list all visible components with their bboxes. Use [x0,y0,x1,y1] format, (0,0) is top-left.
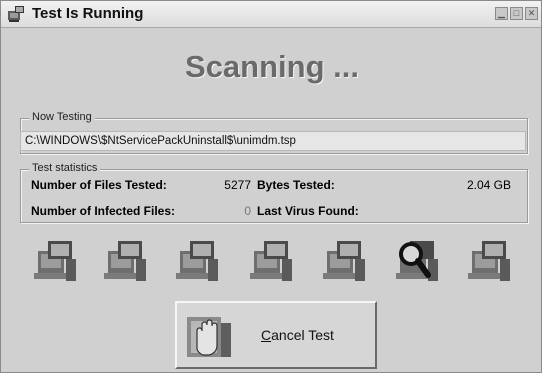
close-button[interactable]: ✕ [525,7,538,20]
cancel-test-label: Cancel Test [261,327,334,343]
test-statistics-group: Test statistics Number of Files Tested: … [20,162,528,223]
infected-files-value: 0 [244,204,251,218]
bytes-tested-value: 2.04 GB [466,178,511,192]
cancel-test-button[interactable]: Cancel Test [175,301,377,369]
bytes-tested-label: Bytes Tested: [257,178,335,192]
cancel-test-label-rest: ancel Test [271,327,334,343]
test-statistics-legend: Test statistics [29,162,101,174]
scanning-heading: Scanning ... [185,49,359,84]
computer-icon [468,241,510,281]
window-title: Test Is Running [32,5,144,22]
files-tested-label: Number of Files Tested: [31,178,167,192]
close-icon: ✕ [527,8,536,18]
computer-icon [104,241,146,281]
files-tested-value: 5277 [224,178,251,192]
current-file-path: C:\WINDOWS\$NtServicePackUninstall$\unim… [20,131,526,151]
last-virus-label: Last Virus Found: [257,204,359,218]
infected-files-label: Number of Infected Files: [31,204,176,218]
stop-hand-icon [187,317,231,357]
now-testing-group: Now Testing C:\WINDOWS\$NtServicePackUni… [20,111,528,154]
now-testing-legend: Now Testing [29,111,95,123]
maximize-button[interactable]: □ [510,7,523,20]
minimize-button[interactable]: ▁ [495,7,508,20]
computer-icon [323,241,365,281]
computer-icon [176,241,218,281]
magnifier-icon [396,241,438,281]
scan-progress-icons [1,237,542,283]
scan-window: Test Is Running ▁ □ ✕ Scanning ... Now T… [0,0,542,373]
app-icon [8,6,24,22]
maximize-icon: □ [513,8,520,18]
computer-icon [34,241,76,281]
computer-icon [250,241,292,281]
title-bar[interactable]: Test Is Running ▁ □ ✕ [1,1,541,28]
minimize-icon: ▁ [498,8,505,18]
cancel-test-accelerator: C [261,327,272,343]
